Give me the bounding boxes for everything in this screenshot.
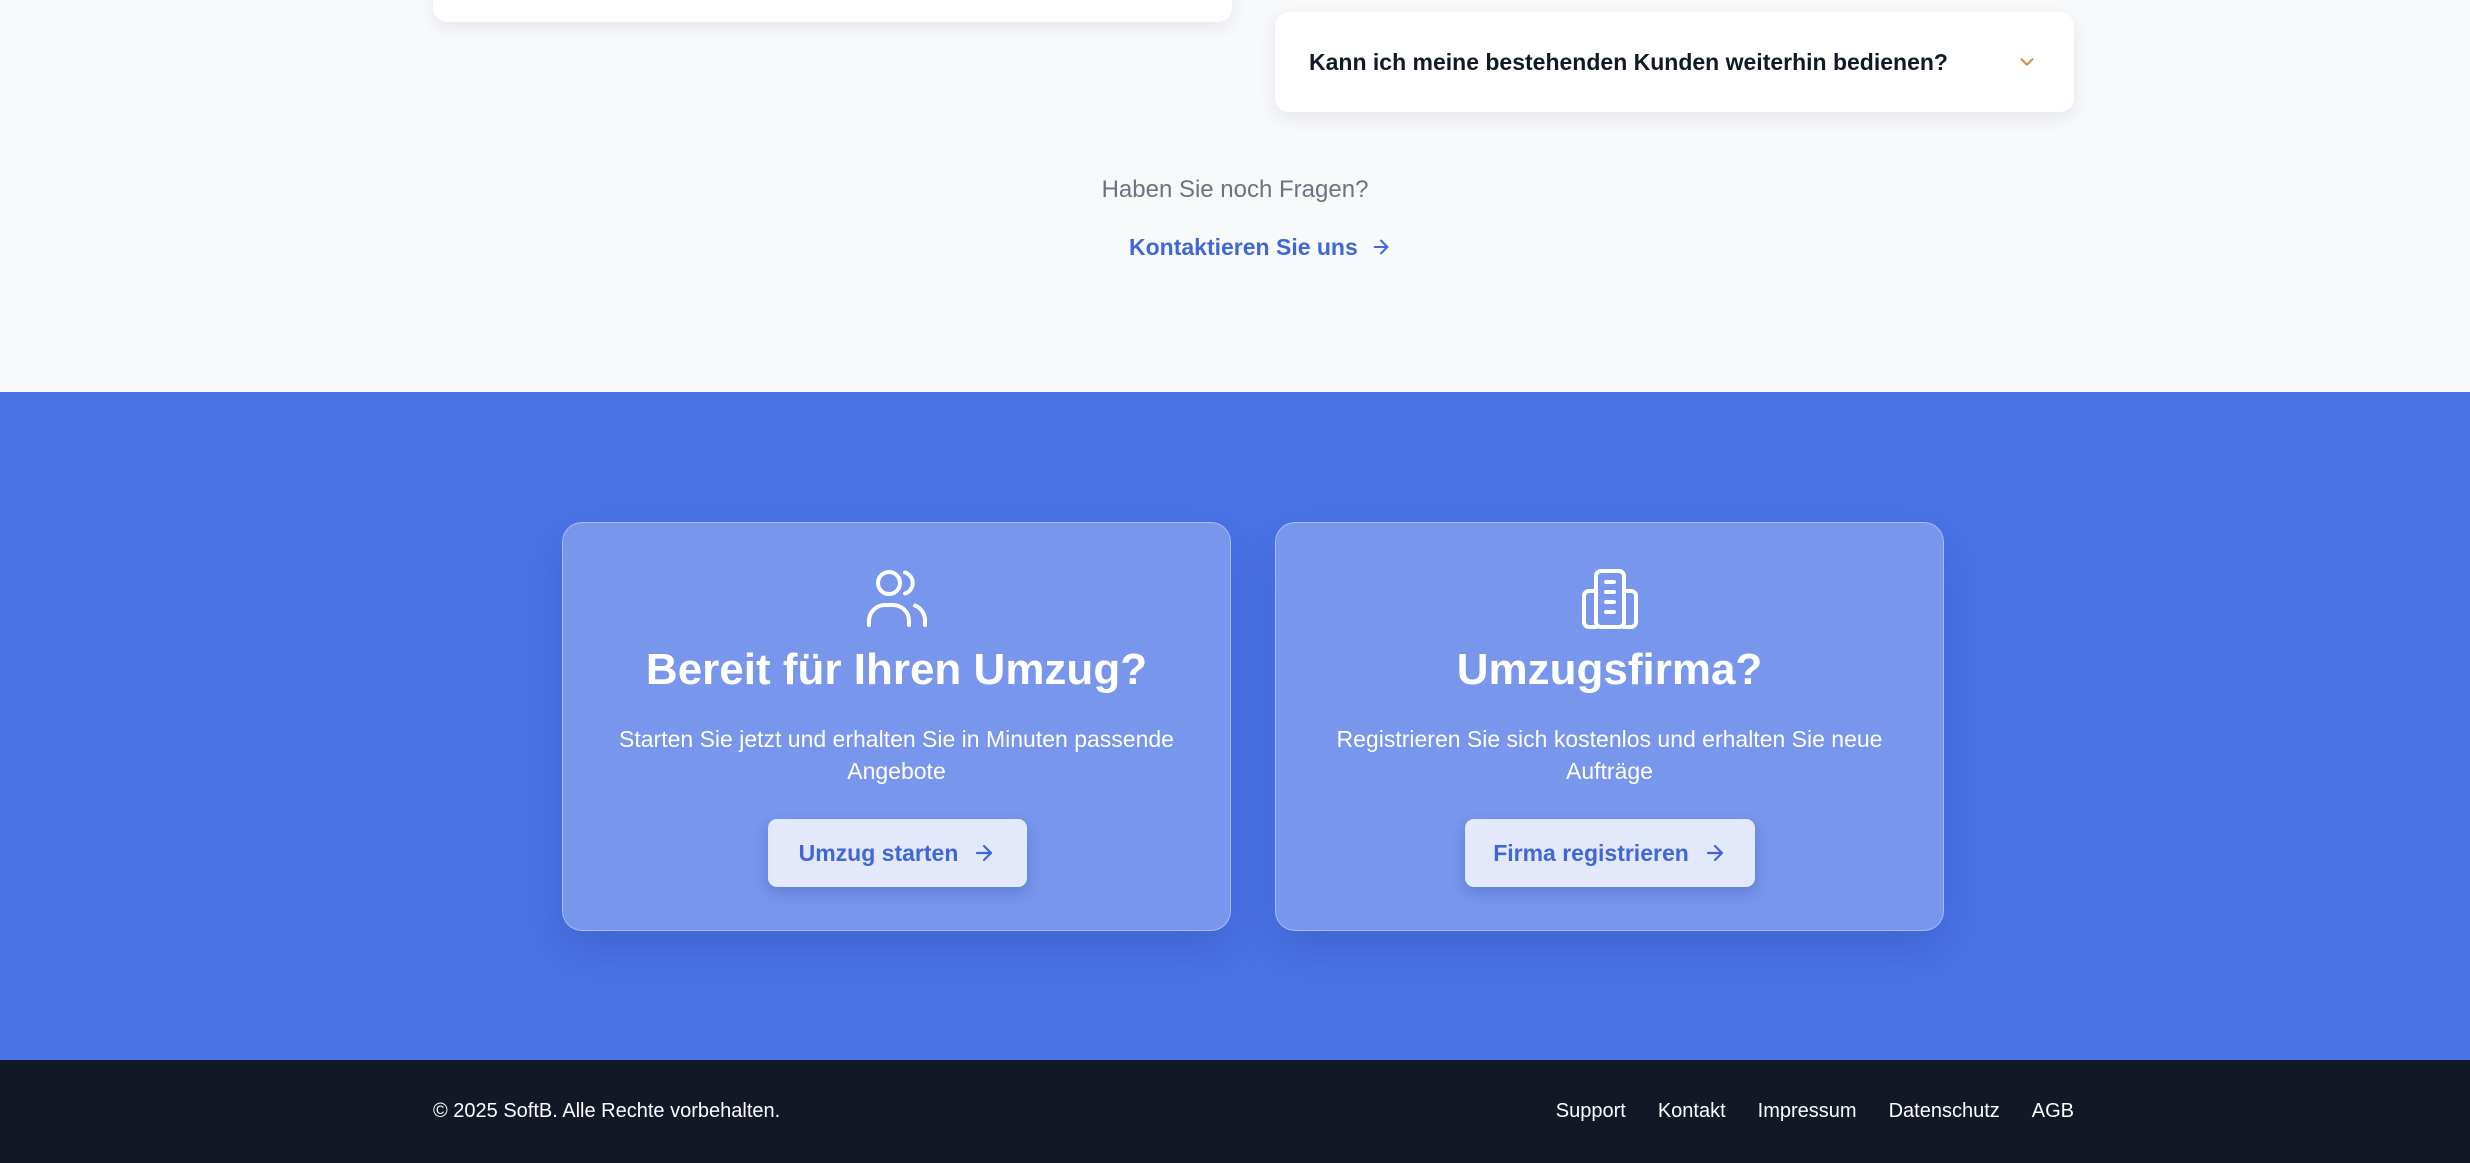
contact-link[interactable]: Kontaktieren Sie uns	[1129, 229, 1392, 265]
arrow-right-icon	[976, 844, 993, 862]
faq-item-collapsed[interactable]	[433, 0, 1232, 22]
footer-link-agb[interactable]: AGB	[2032, 1100, 2074, 1123]
footer-link-kontakt[interactable]: Kontakt	[1658, 1100, 1726, 1123]
company-cta-title: Umzugsfirma?	[1456, 645, 1763, 694]
building-icon	[1581, 569, 1638, 629]
faq-question: Kann ich meine bestehenden Kunden weiter…	[1309, 48, 1948, 75]
faq-section: Kann ich meine bestehenden Kunden weiter…	[0, 0, 2470, 392]
footer-link-support[interactable]: Support	[1556, 1100, 1626, 1123]
copyright-text: © 2025 SoftB. Alle Rechte vorbehalten.	[433, 1100, 781, 1122]
start-move-button-label: Umzug starten	[798, 839, 959, 866]
more-questions-text: Haben Sie noch Fragen?	[1101, 176, 1369, 203]
footer-link-datenschutz[interactable]: Datenschutz	[1889, 1100, 2000, 1123]
arrow-right-icon	[1373, 239, 1389, 255]
arrow-right-icon	[1706, 844, 1723, 862]
register-company-button[interactable]: Firma registrieren	[1465, 819, 1755, 887]
footer-nav: Support Kontakt Impressum Datenschutz AG…	[1556, 1060, 2074, 1163]
company-cta-text: Registrieren Sie sich kostenlos und erha…	[1336, 726, 1883, 784]
customer-cta-text: Starten Sie jetzt und erhalten Sie in Mi…	[619, 726, 1174, 784]
customer-cta-card: Bereit für Ihren Umzug? Starten Sie jetz…	[562, 522, 1231, 931]
chevron-down-icon[interactable]	[2016, 51, 2038, 73]
users-icon	[866, 570, 927, 627]
start-move-button[interactable]: Umzug starten	[768, 819, 1027, 887]
contact-link-label: Kontaktieren Sie uns	[1129, 233, 1358, 260]
cta-section: Bereit für Ihren Umzug? Starten Sie jetz…	[0, 392, 2470, 1060]
customer-cta-title: Bereit für Ihren Umzug?	[645, 645, 1148, 694]
footer: © 2025 SoftB. Alle Rechte vorbehalten. S…	[0, 1060, 2470, 1163]
faq-item[interactable]: Kann ich meine bestehenden Kunden weiter…	[1275, 12, 2074, 112]
register-company-button-label: Firma registrieren	[1493, 839, 1689, 866]
footer-link-impressum[interactable]: Impressum	[1758, 1100, 1857, 1123]
company-cta-card: Umzugsfirma? Registrieren Sie sich koste…	[1275, 522, 1944, 931]
